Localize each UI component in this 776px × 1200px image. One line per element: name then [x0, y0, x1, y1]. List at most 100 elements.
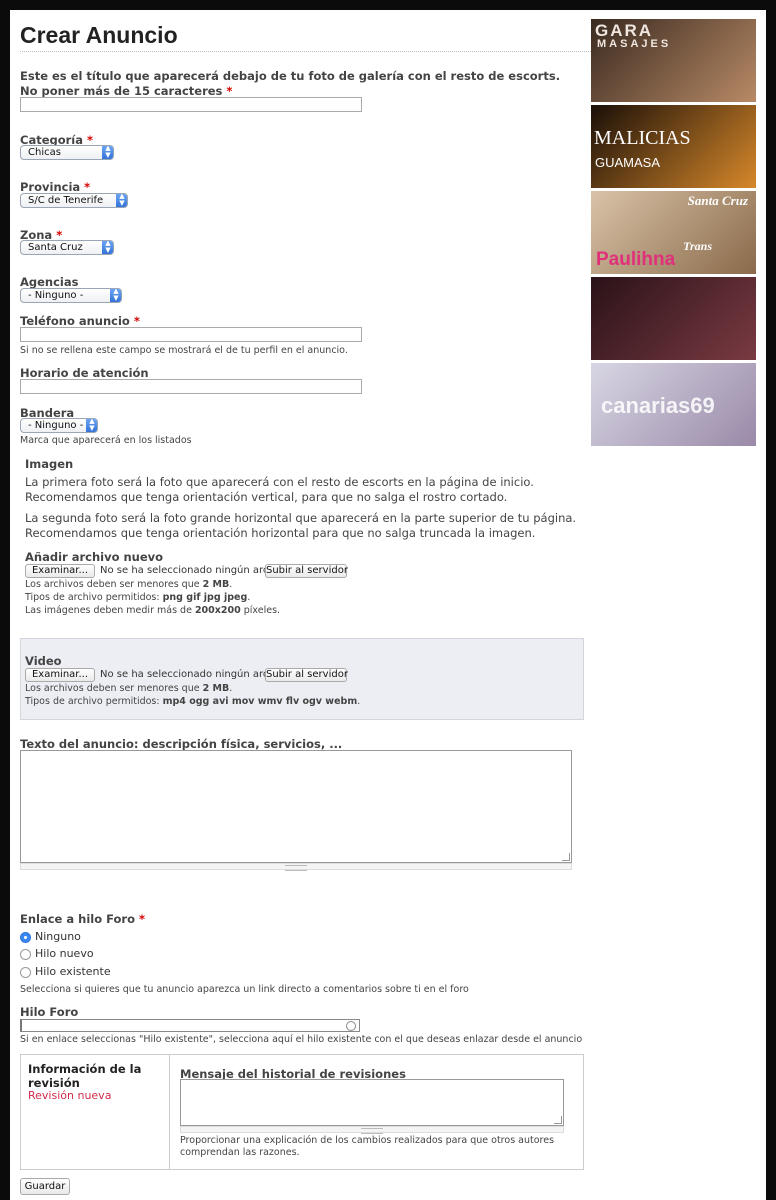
select-arrows-icon: ▲ ▼	[110, 289, 121, 302]
title-input[interactable]	[20, 97, 362, 112]
ad-banner-location: Santa Cruz	[687, 193, 748, 208]
image-heading: Imagen	[25, 457, 74, 471]
page-title: Crear Anuncio	[20, 22, 178, 48]
page: Crear Anuncio Este es el título que apar…	[10, 10, 766, 1200]
image-no-file-text: No se ha seleccionado ningún archivo.	[100, 565, 293, 576]
save-button[interactable]: Guardar	[20, 1178, 70, 1195]
size-prefix: Los archivos deben ser menores que	[25, 683, 203, 694]
ad-banner-title: canarias69	[601, 393, 715, 418]
category-select[interactable]: Chicas ▲ ▼	[20, 145, 114, 160]
required-marker: *	[84, 180, 91, 194]
resize-corner-icon[interactable]	[554, 1116, 562, 1124]
video-no-file-text: No se ha seleccionado ningún archivo.	[100, 669, 293, 680]
revision-tab-summary[interactable]: Revisión nueva	[28, 1089, 111, 1102]
flag-select[interactable]: - Ninguno - ▲ ▼	[20, 418, 98, 433]
flag-description: Marca que aparecerá en los listados	[20, 435, 192, 446]
ad-text-label: Texto del anuncio: descripción física, s…	[20, 737, 343, 751]
ad-banner-canarias69[interactable]: canarias69	[591, 363, 756, 446]
ad-banner-subtitle: GUAMASA	[595, 155, 661, 170]
forum-thread-description: Si en enlace seleccionas "Hilo existente…	[20, 1034, 583, 1045]
category-select-value: Chicas	[28, 147, 61, 158]
video-types-note: Tipos de archivo permitidos: mp4 ogg avi…	[25, 696, 361, 707]
grippie-icon	[361, 1128, 383, 1134]
image-size-note: Los archivos deben ser menores que 2 MB.	[25, 579, 233, 590]
forum-thread-autocomplete[interactable]	[20, 1019, 360, 1032]
province-label: Provincia *	[20, 180, 90, 194]
radio-ninguno-label[interactable]: Ninguno	[35, 930, 81, 943]
agencies-label: Agencias	[20, 275, 79, 289]
size-value: 2 MB	[202, 683, 230, 694]
forum-thread-label: Hilo Foro	[20, 1005, 79, 1019]
ad-banner-paulihna[interactable]: Santa Cruz Trans Paulihna	[591, 191, 756, 274]
image-upload-button[interactable]: Subir al servidor	[265, 564, 348, 578]
radio-ninguno[interactable]	[20, 932, 31, 943]
radio-hilo-nuevo[interactable]	[20, 949, 31, 960]
forum-link-description: Selecciona si quieres que tu anuncio apa…	[20, 984, 469, 995]
phone-label: Teléfono anuncio *	[20, 314, 140, 328]
revision-grippie[interactable]	[180, 1126, 564, 1134]
select-arrows-icon: ▲ ▼	[86, 419, 97, 432]
radio-hilo-nuevo-label[interactable]: Hilo nuevo	[35, 947, 94, 960]
dims-prefix: Las imágenes deben medir más de	[25, 605, 195, 616]
revision-vertical-tabs: Información de la revisión Revisión nuev…	[20, 1054, 584, 1170]
phone-label-text: Teléfono anuncio	[20, 314, 130, 328]
image-paragraph-2: La segunda foto será la foto grande hori…	[25, 511, 577, 540]
select-arrows-icon: ▲ ▼	[116, 194, 127, 207]
radio-hilo-existente-label[interactable]: Hilo existente	[35, 965, 111, 978]
ad-banner-photo[interactable]	[591, 277, 756, 360]
phone-description: Si no se rellena este campo se mostrará …	[20, 345, 348, 356]
agencies-select-value: - Ninguno -	[28, 290, 84, 301]
revision-message-description: Proporcionar una explicación de los camb…	[180, 1135, 555, 1158]
image-dims-note: Las imágenes deben medir más de 200x200 …	[25, 605, 280, 616]
hours-input[interactable]	[20, 379, 362, 394]
video-size-note: Los archivos deben ser menores que 2 MB.	[25, 683, 233, 694]
required-marker: *	[138, 912, 145, 926]
province-label-text: Provincia	[20, 180, 81, 194]
ad-text-grippie[interactable]	[20, 863, 572, 871]
flag-select-value: - Ninguno -	[28, 420, 84, 431]
title-label-text: Este es el título que aparecerá debajo d…	[20, 69, 561, 98]
dims-value: 200x200	[194, 605, 241, 616]
ad-banner-gara[interactable]: GARA MASAJES	[591, 19, 756, 102]
size-value: 2 MB	[202, 579, 230, 590]
province-select[interactable]: S/C de Tenerife ▲ ▼	[20, 193, 128, 208]
required-marker: *	[226, 84, 233, 98]
ad-banner-subtitle: Trans	[683, 239, 712, 253]
radio-hilo-existente[interactable]	[20, 967, 31, 978]
revision-message-textarea[interactable]	[180, 1079, 564, 1126]
province-select-value: S/C de Tenerife	[28, 195, 104, 206]
node-form: Crear Anuncio Este es el título que apar…	[20, 10, 593, 1200]
select-arrows-icon: ▲ ▼	[102, 241, 113, 254]
ad-banner-malicias[interactable]: MALICIAS GUAMASA	[591, 105, 756, 188]
revision-tab-title: Información de la revisión	[28, 1062, 142, 1090]
title-field-label: Este es el título que aparecerá debajo d…	[20, 69, 580, 99]
video-browse-button[interactable]: Examinar...	[25, 668, 95, 682]
hours-label: Horario de atención	[20, 366, 149, 380]
size-prefix: Los archivos deben ser menores que	[25, 579, 203, 590]
ad-banner-subtitle: MASAJES	[597, 38, 672, 50]
required-marker: *	[133, 314, 140, 328]
resize-corner-icon[interactable]	[562, 853, 570, 861]
select-arrows-icon: ▲ ▼	[102, 146, 113, 159]
grippie-icon	[285, 865, 307, 871]
video-fieldset: Video Examinar... No se ha seleccionado …	[20, 638, 584, 720]
forum-link-label: Enlace a hilo Foro *	[20, 912, 145, 926]
zone-select-value: Santa Cruz	[28, 242, 83, 253]
phone-input[interactable]	[20, 327, 362, 342]
zone-select[interactable]: Santa Cruz ▲ ▼	[20, 240, 114, 255]
ad-banner-title: Paulihna	[596, 249, 676, 270]
add-file-label: Añadir archivo nuevo	[25, 550, 164, 564]
types-value: mp4 ogg avi mov wmv flv ogv webm	[162, 696, 358, 707]
agencies-select[interactable]: - Ninguno - ▲ ▼	[20, 288, 122, 303]
types-prefix: Tipos de archivo permitidos:	[25, 696, 163, 707]
image-paragraph-1: La primera foto será la foto que aparece…	[25, 475, 534, 504]
video-upload-button[interactable]: Subir al servidor	[265, 668, 348, 682]
dims-suffix: píxeles.	[240, 605, 281, 616]
revision-pane: Mensaje del historial de revisiones Prop…	[169, 1055, 584, 1169]
title-divider	[20, 51, 593, 52]
autocomplete-throbber-icon	[346, 1021, 356, 1031]
revision-tab[interactable]: Información de la revisión Revisión nuev…	[21, 1055, 169, 1107]
forum-link-label-text: Enlace a hilo Foro	[20, 912, 135, 926]
ad-text-textarea[interactable]	[20, 750, 572, 863]
image-browse-button[interactable]: Examinar...	[25, 564, 95, 578]
